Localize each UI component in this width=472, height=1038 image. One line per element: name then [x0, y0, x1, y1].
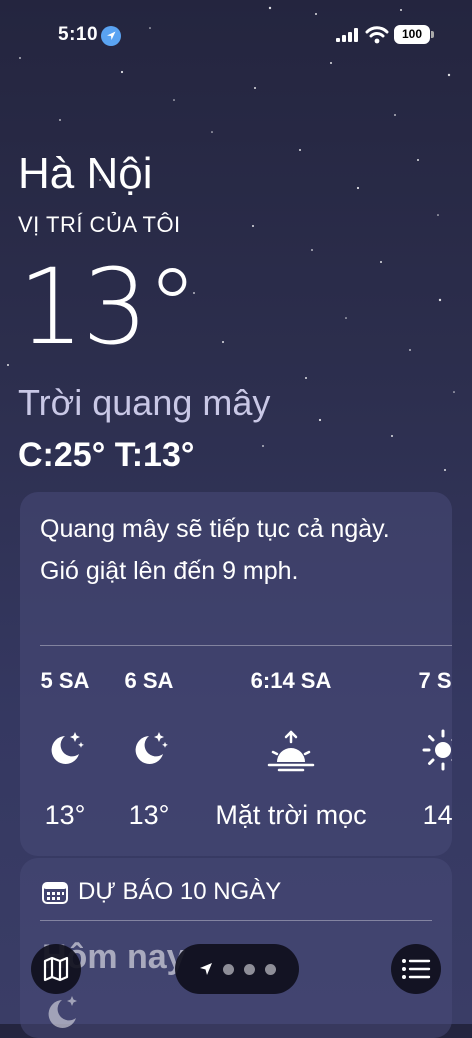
hourly-item: 5 SA 13° — [22, 668, 108, 831]
hour-temperature: 13° — [128, 800, 170, 830]
battery-indicator: 100 — [394, 25, 430, 44]
status-time: 5:10 — [58, 24, 99, 45]
hour-label: 6 SA — [124, 668, 174, 693]
battery-level: 100 — [401, 27, 423, 41]
list-button[interactable] — [391, 944, 441, 994]
hour-label: 6:14 SA — [250, 668, 332, 693]
moon-stars-icon — [135, 732, 168, 764]
hourly-item: 6 SA 13° — [106, 668, 192, 831]
hourly-forecast-card[interactable]: Quang mây sẽ tiếp tục cả ngày. Gió giật … — [20, 492, 452, 856]
city-name: Hà Nội — [18, 149, 153, 198]
sun-icon — [422, 729, 452, 771]
hour-label: 7 SA — [418, 668, 452, 693]
location-arrow-icon — [199, 963, 212, 975]
location-page-indicator[interactable] — [175, 944, 299, 994]
page-dot — [222, 963, 234, 975]
list-icon — [402, 959, 431, 979]
battery-cap — [431, 31, 434, 38]
current-condition: Trời quang mây — [18, 382, 271, 423]
moon-stars-icon — [48, 996, 77, 1028]
moon-stars-icon — [51, 732, 84, 764]
card-divider — [40, 920, 432, 921]
page-dot — [243, 963, 255, 975]
map-icon — [43, 956, 69, 982]
ten-day-header: DỰ BÁO 10 NGÀY — [42, 878, 281, 906]
high-low-temperature: C:25° T:13° — [18, 436, 195, 474]
my-location-label: VỊ TRÍ CỦA TÔI — [18, 212, 181, 237]
location-arrow-icon — [101, 26, 121, 46]
calendar-icon — [42, 882, 68, 904]
status-bar: 5:10 100 — [0, 0, 472, 70]
hour-temperature: 13° — [44, 800, 86, 830]
weather-summary: Quang mây sẽ tiếp tục cả ngày. Gió giật … — [40, 515, 390, 585]
cellular-signal-icon — [336, 28, 358, 42]
hourly-item: 7 SA 14° — [400, 668, 452, 831]
hourly-item: 6:14 SA Mặt trời mọc — [198, 668, 384, 831]
ten-day-title: DỰ BÁO 10 NGÀY — [78, 878, 282, 905]
card-divider — [40, 645, 452, 646]
page-dot — [264, 963, 276, 975]
map-button[interactable] — [31, 944, 81, 994]
wifi-icon — [365, 26, 389, 44]
hour-temperature: 14° — [422, 800, 452, 830]
hour-event-label: Mặt trời mọc — [215, 800, 367, 830]
sunrise-icon — [267, 730, 315, 772]
hour-label: 5 SA — [40, 668, 90, 693]
current-temperature: 13° — [18, 246, 198, 368]
